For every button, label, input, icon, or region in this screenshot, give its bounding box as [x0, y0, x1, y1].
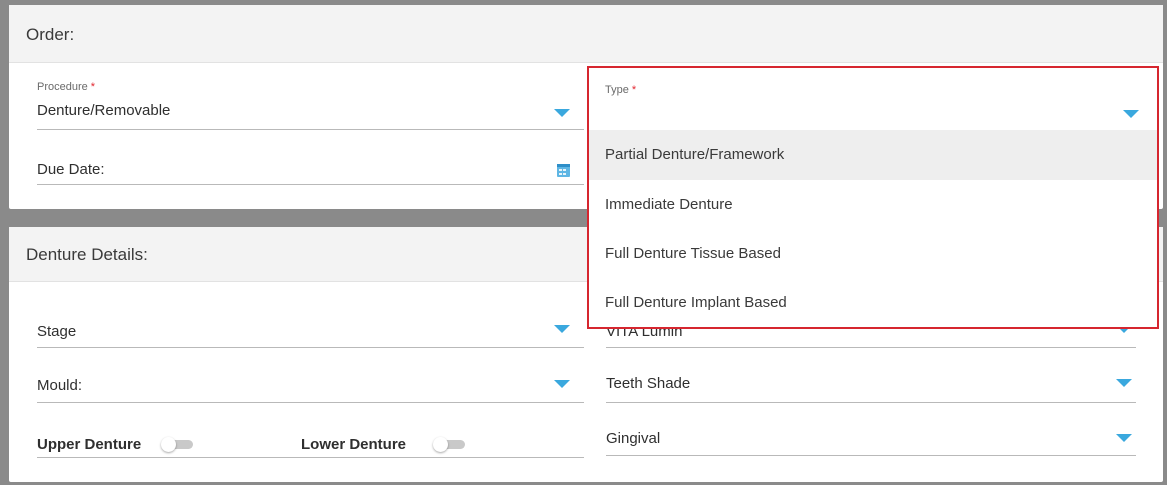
screen-background: Order: Procedure * Denture/Removable Due …: [0, 0, 1167, 485]
denture-toggles-row: Upper Denture Lower Denture: [37, 422, 584, 458]
type-label: Type *: [605, 84, 637, 96]
procedure-value: Denture/Removable: [37, 102, 171, 119]
due-date-label: Due Date:: [37, 161, 105, 178]
upper-denture-toggle[interactable]: [161, 437, 193, 452]
chevron-down-icon[interactable]: [1116, 379, 1132, 387]
upper-denture-label: Upper Denture: [37, 436, 142, 453]
stage-value: Stage: [37, 323, 77, 340]
due-date-field[interactable]: Due Date:: [37, 142, 584, 185]
chevron-down-icon[interactable]: [1123, 110, 1139, 118]
stage-select[interactable]: Stage: [37, 315, 584, 348]
teeth-shade-select[interactable]: Teeth Shade: [606, 367, 1136, 403]
denture-details-title: Denture Details:: [26, 245, 148, 264]
lower-denture-label: Lower Denture: [301, 436, 407, 453]
type-option-label: Partial Denture/Framework: [605, 146, 785, 163]
type-dropdown[interactable]: Type * Partial Denture/Framework Immediat…: [587, 66, 1159, 329]
teeth-shade-value: Teeth Shade: [606, 375, 691, 392]
mould-select[interactable]: Mould:: [37, 367, 584, 403]
chevron-down-icon[interactable]: [1116, 434, 1132, 442]
mould-value: Mould:: [37, 377, 83, 394]
lower-denture-toggle[interactable]: [433, 437, 465, 452]
type-option-label: Full Denture Tissue Based: [605, 245, 781, 262]
chevron-down-icon[interactable]: [554, 109, 570, 117]
gingival-select[interactable]: Gingival: [606, 422, 1136, 456]
gingival-value: Gingival: [606, 430, 661, 447]
procedure-label: Procedure *: [37, 81, 96, 93]
order-header: Order:: [9, 5, 1163, 63]
calendar-icon[interactable]: [557, 164, 570, 177]
type-option[interactable]: Full Denture Implant Based: [589, 278, 1157, 328]
toggle-knob: [161, 437, 176, 452]
procedure-select[interactable]: Procedure * Denture/Removable: [37, 77, 584, 130]
type-option[interactable]: Partial Denture/Framework: [589, 130, 1157, 180]
order-title: Order:: [26, 25, 75, 44]
chevron-down-icon[interactable]: [554, 380, 570, 388]
type-select-header[interactable]: Type *: [589, 68, 1157, 126]
toggle-knob: [433, 437, 448, 452]
required-mark: *: [90, 81, 96, 93]
type-option-label: Full Denture Implant Based: [605, 294, 787, 311]
required-mark: *: [631, 84, 637, 96]
type-option[interactable]: Full Denture Tissue Based: [589, 229, 1157, 279]
type-option-label: Immediate Denture: [605, 196, 733, 213]
chevron-down-icon[interactable]: [554, 325, 570, 333]
type-option[interactable]: Immediate Denture: [589, 180, 1157, 230]
